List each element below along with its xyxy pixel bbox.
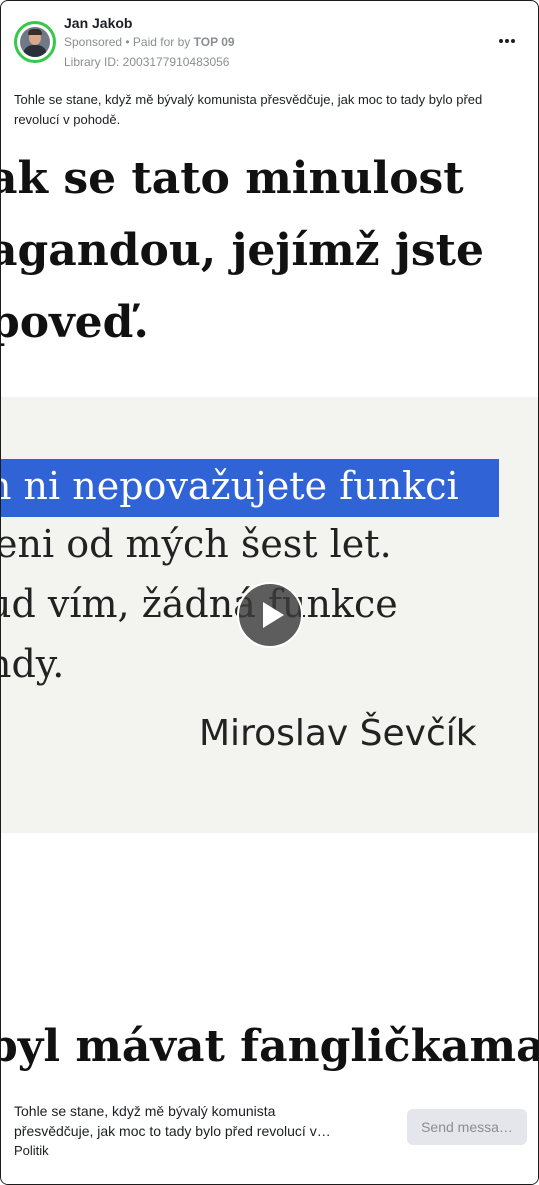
quote-line-3: ud vím, žádná funkce <box>1 582 398 626</box>
post-caption: Tohle se stane, když mě bývalý komunista… <box>14 92 483 127</box>
headline-line-2: agandou, jejímž jste <box>1 225 484 276</box>
paid-by-name[interactable]: TOP 09 <box>194 35 235 49</box>
author-name[interactable]: Jan Jakob <box>64 15 132 31</box>
quote-author: Miroslav Ševčík <box>199 713 477 754</box>
sponsored-label: Sponsored <box>64 35 123 49</box>
more-options-icon[interactable] <box>495 29 519 53</box>
headline-line-3: poveď. <box>1 297 149 348</box>
post-header: Jan Jakob Sponsored • Paid for by TOP 09… <box>1 1 538 81</box>
paid-for-prefix: • Paid for by <box>122 35 194 49</box>
bottom-caption-line: byl mávat fangličkama <box>1 1021 538 1072</box>
library-id: Library ID: 2003177910483056 <box>64 55 230 69</box>
quote-line-2: eni od mých šest let. <box>1 522 392 566</box>
avatar[interactable] <box>14 21 56 63</box>
quote-line-1: n ni nepovažujete funkci <box>1 464 459 508</box>
avatar-photo <box>20 27 50 57</box>
ad-footer[interactable]: Tohle se stane, když mě bývalý komunista… <box>1 1091 538 1184</box>
quote-line-4: ndy. <box>1 642 65 686</box>
send-message-button[interactable]: Send messa… <box>407 1109 527 1145</box>
ad-card: Jan Jakob Sponsored • Paid for by TOP 09… <box>0 0 539 1185</box>
video-player[interactable]: ak se tato minulost agandou, jejímž jste… <box>1 133 538 1091</box>
play-button[interactable] <box>237 582 303 648</box>
play-icon <box>263 602 284 628</box>
sponsored-line: Sponsored • Paid for by TOP 09 <box>64 35 235 49</box>
footer-title-line-2: přesvědčuje, jak moc to tady bylo před r… <box>14 1123 331 1139</box>
footer-title: Tohle se stane, když mě bývalý komunista… <box>14 1101 384 1141</box>
footer-title-line-1: Tohle se stane, když mě bývalý komunista <box>14 1103 276 1119</box>
footer-subtitle: Politik <box>14 1143 49 1158</box>
headline-line-1: ak se tato minulost <box>1 153 464 204</box>
